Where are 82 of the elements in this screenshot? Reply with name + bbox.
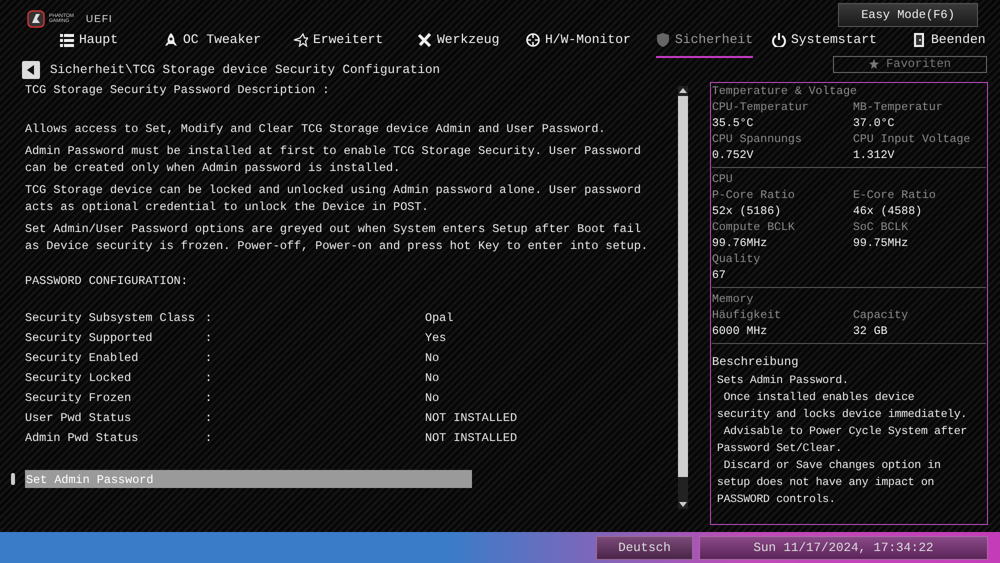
monitor-value: 37.0°C [853, 116, 896, 132]
shield-icon [656, 32, 670, 47]
monitor-value: 67 [712, 268, 727, 284]
monitor-value: 1.312V [853, 148, 896, 164]
tab[interactable]: Systemstart [772, 30, 877, 58]
easy-mode-button[interactable]: Easy Mode(F6) [838, 3, 978, 27]
tab[interactable]: Sicherheit [656, 30, 754, 58]
tab[interactable]: Beenden [912, 30, 986, 58]
separator-text: : [205, 430, 214, 447]
separator-text: : [205, 370, 214, 387]
description-paragraph: Allows access to Set, Modify and Clear TCG Storage device Admin and User Password. [25, 121, 607, 138]
setting-label: Security Enabled [25, 350, 140, 367]
setting-label: Security Frozen [25, 390, 132, 407]
monitor-value: 32 GB [853, 324, 889, 340]
back-arrow-icon [27, 65, 35, 75]
description-paragraph: Admin Password must be installed at first to enable TCG Storage Security. User Password can be created only when Admin password is installed. [25, 143, 642, 177]
separator-text: : [205, 390, 214, 407]
setting-label: Admin Pwd Status [25, 430, 140, 447]
description-paragraph: Set Admin/User Password options are greyed out when System enters Setup after Boot fail as Device security is frozen. Power-off, Power-on and press hot Key to enter into setup. [25, 221, 649, 255]
monitor-value: 0.752V [712, 148, 754, 164]
power-icon [772, 32, 786, 47]
tab[interactable]: Werkzeug [418, 30, 500, 58]
back-button[interactable] [22, 61, 40, 79]
star-icon [294, 32, 308, 47]
logo-icon [27, 10, 45, 28]
monitor-label: Capacity [853, 308, 910, 324]
monitor-label: MB-Temperatur [853, 100, 944, 116]
setting-label: Security Subsystem Class [25, 310, 196, 327]
language-button[interactable]: Deutsch [596, 536, 693, 560]
description-paragraph: TCG Storage device can be locked and unlocked using Admin password alone. User password acts as optional credential to unlock the Device in POST. [25, 182, 642, 216]
setting-value: No [425, 350, 440, 367]
monitor-label: CPU Spannungs [712, 132, 803, 148]
separator-text: : [205, 350, 214, 367]
separator-text: : [205, 310, 214, 327]
tab[interactable]: Haupt [60, 30, 118, 58]
setting-value: NOT INSTALLED [425, 410, 518, 427]
tab[interactable]: H/W-Monitor [526, 30, 631, 58]
logo-text: UEFI [86, 12, 113, 26]
scroll-down-icon [679, 502, 687, 507]
monitor-label: Compute BCLK [712, 220, 796, 236]
monitor-value: 52x (5186) [712, 204, 782, 220]
tab[interactable]: Erweitert [294, 30, 384, 58]
scroll-up-icon [679, 88, 687, 93]
setting-value: NOT INSTALLED [425, 430, 518, 447]
setting-value: No [425, 370, 440, 387]
monitor-value: 99.75MHz [853, 236, 910, 252]
monitor-label: Häufigkeit [712, 308, 782, 324]
monitor-value: 99.76MHz [712, 236, 768, 252]
monitor-label: Quality [712, 252, 762, 268]
setting-value: Yes [425, 330, 446, 347]
monitor-label: CPU Input Voltage [853, 132, 972, 148]
monitor-value: 6000 MHz [712, 324, 768, 340]
tab[interactable]: OC Tweaker [164, 30, 262, 58]
tools-icon [418, 32, 432, 47]
monitor-section-title: CPU [712, 172, 734, 188]
monitor-label: SoC BCLK [853, 220, 910, 236]
description-heading: Beschreibung [712, 354, 800, 370]
separator-text: : [205, 410, 214, 427]
section-heading: PASSWORD CONFIGURATION: [25, 273, 189, 290]
monitor-label: P-Core Ratio [712, 188, 796, 204]
date-time: Sun 11/17/2024, 17:34:22 [699, 536, 988, 560]
description-title: TCG Storage Security Password Description : [25, 82, 330, 99]
monitor-section-title: Memory [712, 292, 754, 308]
list-icon [60, 32, 74, 47]
monitor-value: 35.5°C [712, 116, 754, 132]
setting-label: Security Locked [25, 370, 132, 387]
setting-label: Security Supported [25, 330, 154, 347]
setting-value: Opal [425, 310, 454, 327]
favorites-button[interactable]: Favoriten [833, 56, 987, 73]
door-icon [912, 32, 926, 47]
rocket-icon [164, 32, 178, 47]
star-icon [868, 58, 879, 69]
setting-label: User Pwd Status [25, 410, 132, 427]
breadcrumb: Sicherheit\TCG Storage device Security Configuration [50, 62, 440, 79]
monitor-label: CPU-Temperatur [712, 100, 810, 116]
setting-value: No [425, 390, 440, 407]
crosshair-icon [526, 32, 540, 47]
help-text: Sets Admin Password. Once installed enables device security and locks device immediately. Advisable to Power Cycle System after Password Set/Clear. Discard or Save changes option in setup does not have any impact on PASSWORD controls. [716, 374, 968, 508]
monitor-label: E-Core Ratio [853, 188, 937, 204]
separator-text: : [205, 330, 214, 347]
monitor-value: 46x (4588) [853, 204, 924, 220]
monitor-section-title: Temperature & Voltage [712, 84, 858, 100]
